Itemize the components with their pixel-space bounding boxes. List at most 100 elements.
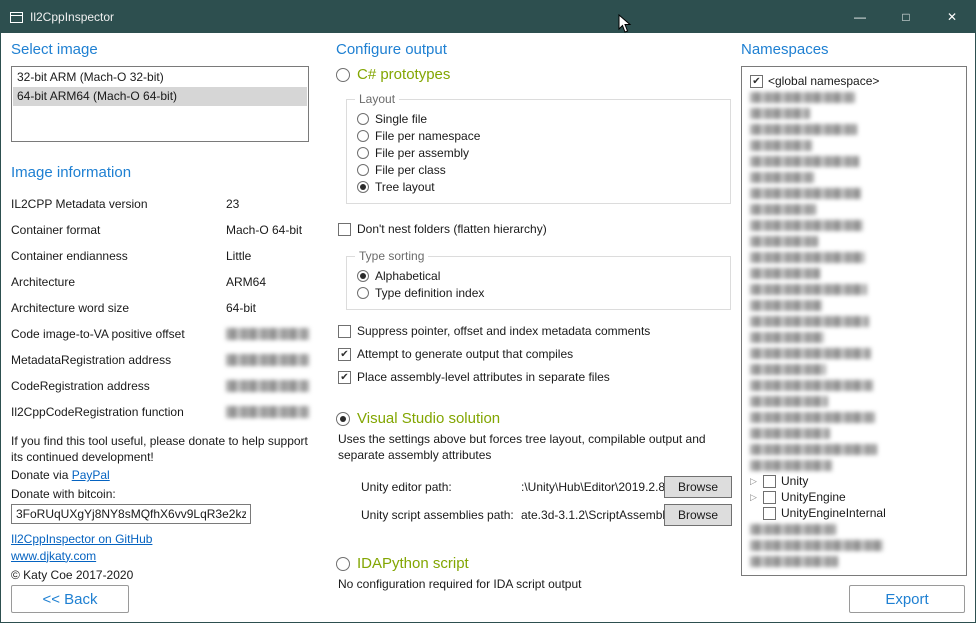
- namespace-row[interactable]: UnityEngineInternal: [750, 505, 962, 521]
- image-list-item[interactable]: 32-bit ARM (Mach-O 32-bit): [13, 68, 307, 87]
- namespace-checkbox[interactable]: [763, 507, 776, 520]
- info-label: Container format: [11, 223, 226, 237]
- radio-option[interactable]: Type definition index: [357, 284, 720, 301]
- browse-button[interactable]: Browse: [664, 476, 732, 498]
- namespace-row-redacted: [750, 441, 962, 457]
- paypal-link[interactable]: PayPal: [72, 468, 110, 482]
- namespace-row-redacted: [750, 553, 962, 569]
- namespace-checkbox[interactable]: [763, 475, 776, 488]
- visual-studio-radio-row[interactable]: Visual Studio solution: [336, 410, 740, 427]
- namespace-row-redacted: [750, 457, 962, 473]
- radio-option[interactable]: File per namespace: [357, 127, 720, 144]
- checkbox-row[interactable]: ✔Place assembly-level attributes in sepa…: [338, 368, 740, 386]
- redacted-label: [750, 332, 824, 343]
- namespace-row-redacted: [750, 361, 962, 377]
- expander-icon[interactable]: ▷: [750, 473, 763, 489]
- redacted-label: [750, 428, 830, 439]
- radio-option[interactable]: File per class: [357, 161, 720, 178]
- csharp-prototypes-radio-row[interactable]: C# prototypes: [336, 66, 740, 83]
- radio-option[interactable]: Alphabetical: [357, 267, 720, 284]
- namespace-row-redacted: [750, 297, 962, 313]
- checkbox[interactable]: [338, 325, 351, 338]
- image-listbox[interactable]: 32-bit ARM (Mach-O 32-bit)64-bit ARM64 (…: [11, 66, 309, 142]
- namespace-row-redacted: [750, 329, 962, 345]
- path-field-row: Unity editor path::\Unity\Hub\Editor\201…: [361, 473, 732, 501]
- namespace-row-redacted: [750, 217, 962, 233]
- path-field-row: Unity script assemblies path:ate.3d-3.1.…: [361, 501, 732, 529]
- namespace-label: <global namespace>: [768, 74, 879, 88]
- path-field-label: Unity script assemblies path:: [361, 508, 521, 522]
- github-link[interactable]: Il2CppInspector on GitHub: [11, 532, 152, 546]
- idapython-radio-row[interactable]: IDAPython script: [336, 555, 740, 572]
- namespace-label: Unity: [781, 474, 808, 488]
- namespaces-heading: Namespaces: [741, 41, 967, 58]
- expander-icon[interactable]: ▷: [750, 489, 763, 505]
- csharp-option-checkboxes: Suppress pointer, offset and index metad…: [336, 322, 740, 386]
- namespace-label: UnityEngine: [781, 490, 846, 504]
- flatten-checkbox-label: Don't nest folders (flatten hierarchy): [357, 222, 547, 236]
- info-label: MetadataRegistration address: [11, 353, 226, 367]
- donate-paypal-line: Donate via PayPal: [11, 467, 309, 483]
- checkbox-row[interactable]: Suppress pointer, offset and index metad…: [338, 322, 740, 340]
- titlebar: Il2CppInspector — □ ✕: [1, 1, 975, 33]
- namespace-checkbox[interactable]: ✔: [750, 75, 763, 88]
- radio-button[interactable]: [357, 147, 369, 159]
- radio-option[interactable]: File per assembly: [357, 144, 720, 161]
- namespace-row-redacted: [750, 105, 962, 121]
- info-row: Code image-to-VA positive offset: [11, 321, 309, 347]
- idapython-label: IDAPython script: [357, 555, 469, 572]
- radio-option[interactable]: Single file: [357, 110, 720, 127]
- namespace-checkbox[interactable]: [763, 491, 776, 504]
- checkbox[interactable]: ✔: [338, 371, 351, 384]
- radio-option[interactable]: Tree layout: [357, 178, 720, 195]
- redacted-label: [750, 220, 863, 231]
- maximize-icon[interactable]: □: [883, 1, 929, 33]
- radio-button[interactable]: [357, 130, 369, 142]
- info-row: Container endiannessLittle: [11, 243, 309, 269]
- radio-button[interactable]: [336, 557, 350, 571]
- checkbox[interactable]: [338, 223, 351, 236]
- redacted-value: [226, 354, 309, 366]
- namespace-row-redacted: [750, 393, 962, 409]
- type-sorting-groupbox: Type sorting AlphabeticalType definition…: [346, 256, 731, 310]
- redacted-label: [750, 364, 826, 375]
- layout-options: Single fileFile per namespaceFile per as…: [357, 110, 720, 195]
- website-link[interactable]: www.djkaty.com: [11, 549, 96, 563]
- radio-option-label: Alphabetical: [375, 269, 440, 283]
- export-button[interactable]: Export: [849, 585, 965, 613]
- info-label: IL2CPP Metadata version: [11, 197, 226, 211]
- namespace-row-redacted: [750, 265, 962, 281]
- checkbox[interactable]: ✔: [338, 348, 351, 361]
- image-list-item[interactable]: 64-bit ARM64 (Mach-O 64-bit): [13, 87, 307, 106]
- flatten-checkbox-row[interactable]: Don't nest folders (flatten hierarchy): [338, 220, 740, 238]
- back-button[interactable]: << Back: [11, 585, 129, 613]
- info-label: Architecture: [11, 275, 226, 289]
- redacted-label: [750, 236, 818, 247]
- bitcoin-address-input[interactable]: [11, 504, 251, 524]
- radio-button[interactable]: [357, 287, 369, 299]
- radio-button[interactable]: [357, 164, 369, 176]
- close-icon[interactable]: ✕: [929, 1, 975, 33]
- browse-button[interactable]: Browse: [664, 504, 732, 526]
- namespace-row-redacted: [750, 233, 962, 249]
- redacted-label: [750, 284, 867, 295]
- minimize-icon[interactable]: —: [837, 1, 883, 33]
- radio-button[interactable]: [357, 113, 369, 125]
- redacted-label: [750, 124, 857, 135]
- radio-button[interactable]: [357, 270, 369, 282]
- namespace-row[interactable]: ✔ <global namespace>: [750, 73, 962, 89]
- type-sorting-options: AlphabeticalType definition index: [357, 267, 720, 301]
- radio-button[interactable]: [336, 412, 350, 426]
- namespace-row-redacted: [750, 169, 962, 185]
- namespace-row[interactable]: ▷ Unity: [750, 473, 962, 489]
- radio-button[interactable]: [357, 181, 369, 193]
- checkbox-row[interactable]: ✔Attempt to generate output that compile…: [338, 345, 740, 363]
- radio-button[interactable]: [336, 68, 350, 82]
- visual-studio-label: Visual Studio solution: [357, 410, 500, 427]
- namespace-row-redacted: [750, 281, 962, 297]
- namespaces-panel[interactable]: ✔ <global namespace> ▷ Unity ▷ UnityEngineUni…: [741, 66, 967, 576]
- namespace-row[interactable]: ▷ UnityEngine: [750, 489, 962, 505]
- namespace-row-redacted: [750, 425, 962, 441]
- info-row: ArchitectureARM64: [11, 269, 309, 295]
- redacted-value: [226, 380, 309, 392]
